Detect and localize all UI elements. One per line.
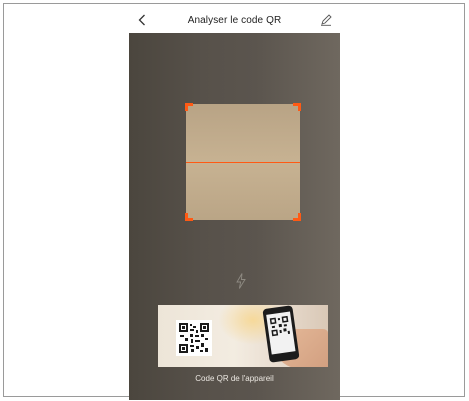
scan-corner-top-left bbox=[185, 103, 193, 111]
scan-corner-bottom-left bbox=[185, 213, 193, 221]
smartphone-image bbox=[262, 305, 300, 363]
qr-code-icon bbox=[269, 315, 291, 337]
scan-area bbox=[185, 103, 301, 221]
qr-code-image bbox=[176, 320, 212, 356]
back-button[interactable] bbox=[135, 12, 149, 28]
edit-button[interactable] bbox=[319, 12, 333, 28]
smartphone-screen bbox=[266, 311, 296, 355]
top-bar: Analyser le code QR bbox=[129, 8, 340, 33]
flashlight-button[interactable] bbox=[232, 270, 250, 292]
lightning-icon bbox=[236, 273, 246, 289]
phone-screen: Analyser le code QR Code QR de l'apparei… bbox=[129, 8, 340, 400]
scan-corner-top-right bbox=[293, 103, 301, 111]
banner-caption: Code QR de l'appareil bbox=[195, 374, 274, 383]
pencil-icon bbox=[321, 14, 332, 26]
device-qr-banner[interactable] bbox=[158, 305, 328, 367]
screenshot-frame: Analyser le code QR Code QR de l'apparei… bbox=[3, 3, 465, 400]
qr-code-icon bbox=[178, 322, 210, 354]
scan-corner-bottom-right bbox=[293, 213, 301, 221]
chevron-left-icon bbox=[138, 14, 145, 26]
page-title: Analyser le code QR bbox=[187, 15, 282, 26]
scan-line bbox=[186, 162, 300, 163]
